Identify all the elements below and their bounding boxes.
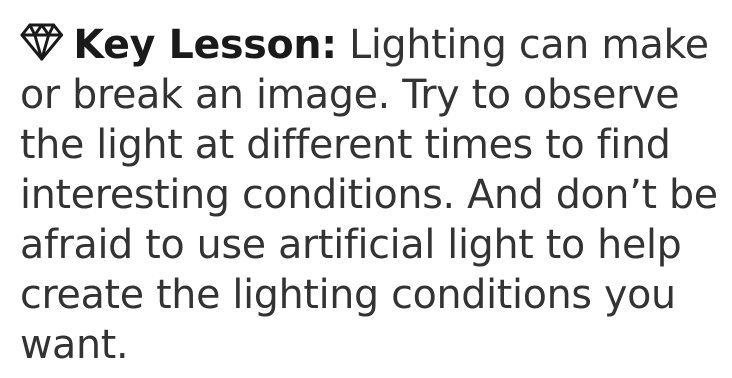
lesson-text-line: interesting conditions. And don’t be <box>20 172 718 218</box>
lesson-text-line: afraid to use artificial light to help <box>20 222 682 268</box>
lesson-text-line: want. <box>20 322 129 368</box>
lesson-text-line: or break an image. Try to observe <box>20 72 680 118</box>
lesson-text-line: Lighting can make <box>349 22 709 68</box>
lesson-line-1: Key Lesson: Lighting can make <box>20 20 724 70</box>
diamond-icon <box>20 22 64 62</box>
lesson-label: Key Lesson: <box>73 22 337 68</box>
lesson-text-line: create the lighting conditions you <box>20 272 676 318</box>
key-lesson-callout: Key Lesson: Lighting can make or break a… <box>0 0 732 378</box>
lesson-text-line: the light at different times to find <box>20 122 671 168</box>
